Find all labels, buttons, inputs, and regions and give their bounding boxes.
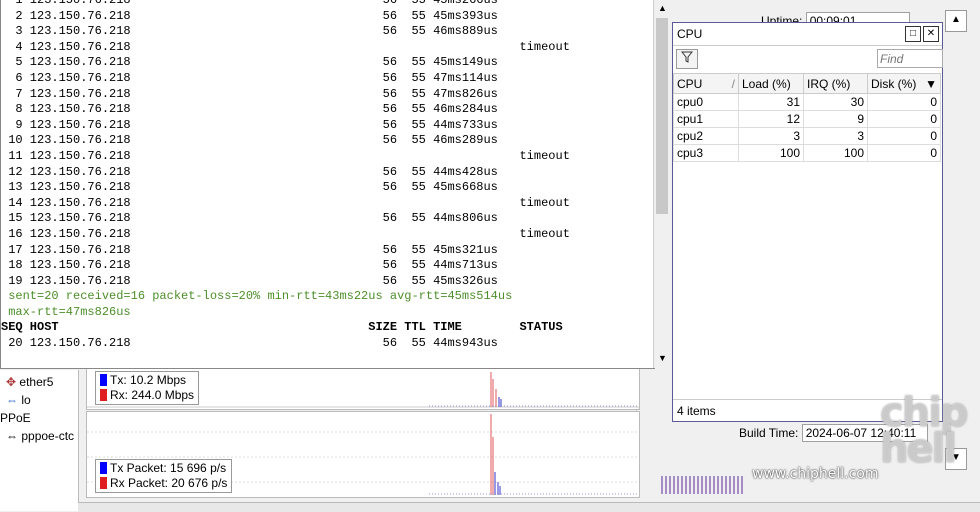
- tx-packet-legend-row: Tx Packet: 15 696 p/s: [100, 461, 227, 476]
- tx-legend-row: Tx: 10.2 Mbps: [100, 373, 194, 388]
- packet-graph: Tx Packet: 15 696 p/s Rx Packet: 20 676 …: [86, 411, 640, 498]
- column-menu-icon[interactable]: ▼: [925, 77, 937, 91]
- table-row[interactable]: cpu2 3 3 0: [673, 127, 941, 145]
- rx-packet-swatch: [100, 477, 107, 489]
- packet-graph-tail-bars: [661, 476, 743, 494]
- table-row[interactable]: cpu0 31 30 0: [673, 93, 941, 111]
- ping-row: 11 123.150.76.218 timeout: [1, 148, 570, 163]
- ping-header: SEQ HOST SIZE TTL TIME STATUS: [1, 320, 563, 335]
- rx-swatch: [100, 389, 107, 401]
- ping-row: 5 123.150.76.218 56 55 45ms149us: [1, 55, 520, 70]
- filter-icon[interactable]: [676, 49, 698, 69]
- watermark-url: www.chiphell.com: [752, 466, 879, 482]
- ping-row: 4 123.150.76.218 timeout: [1, 39, 570, 54]
- table-row[interactable]: cpu3 100 100 0: [673, 144, 941, 162]
- ping-row: 13 123.150.76.218 56 55 45ms668us: [1, 180, 520, 195]
- rx-rate: 244.0 Mbps: [131, 388, 195, 402]
- ping-row: 8 123.150.76.218 56 55 46ms284us: [1, 102, 520, 117]
- scroll-up-icon[interactable]: ▲: [654, 0, 671, 16]
- terminal-scrollbar[interactable]: ▲ ▼: [653, 0, 671, 368]
- watermark-logo: chip hell: [880, 390, 969, 472]
- column-irq[interactable]: IRQ (%): [803, 73, 868, 94]
- cpu-window: CPU □ ✕ CPU / Load (%) IRQ (%) Disk (%) …: [672, 22, 943, 422]
- terminal-window[interactable]: 1 123.150.76.218 56 55 45ms266us 2 123.1…: [0, 0, 655, 369]
- scroll-down-icon[interactable]: ▼: [654, 350, 671, 366]
- cpu-window-titlebar[interactable]: CPU □ ✕: [673, 23, 942, 46]
- scroll-up-arrow-icon[interactable]: ▲: [945, 10, 967, 32]
- loopback-icon: ⇔: [6, 393, 18, 407]
- build-time-label: Build Time:: [739, 426, 799, 440]
- interface-item-ether5[interactable]: ✥ ether5: [6, 375, 53, 389]
- ping-summary: sent=20 received=16 packet-loss=20% min-…: [1, 289, 513, 304]
- ping-output: 1 123.150.76.218 56 55 45ms266us 2 123.1…: [1, 0, 570, 352]
- ping-row: 10 123.150.76.218 56 55 46ms289us: [1, 133, 520, 148]
- rx-packet-rate: 20 676 p/s: [171, 476, 228, 490]
- ping-row: 15 123.150.76.218 56 55 44ms806us: [1, 211, 520, 226]
- traffic-legend: Tx: 10.2 Mbps Rx: 244.0 Mbps: [95, 371, 200, 405]
- maximize-icon[interactable]: □: [905, 26, 921, 42]
- ping-row: 9 123.150.76.218 56 55 44ms733us: [1, 117, 520, 132]
- find-input[interactable]: [877, 49, 943, 68]
- ping-row: 7 123.150.76.218 56 55 47ms826us: [1, 86, 520, 101]
- interface-list: ✥ ether5 ⇔ lo PPPoE ⇔ pppoe-ctc: [0, 370, 79, 511]
- ping-row: 6 123.150.76.218 56 55 47ms114us: [1, 70, 520, 85]
- ping-summary-rtt: max-rtt=47ms826us: [1, 304, 131, 319]
- close-icon[interactable]: ✕: [923, 26, 939, 42]
- interface-item-pppoe-ctc[interactable]: ⇔ pppoe-ctc: [6, 429, 76, 443]
- rx-legend-row: Rx: 244.0 Mbps: [100, 388, 194, 403]
- ping-row: 3 123.150.76.218 56 55 46ms889us: [1, 24, 520, 39]
- column-load[interactable]: Load (%): [738, 73, 804, 94]
- ping-row: 19 123.150.76.218 56 55 45ms326us: [1, 273, 520, 288]
- ping-row: 18 123.150.76.218 56 55 44ms713us: [1, 258, 520, 273]
- tx-packet-swatch: [100, 462, 107, 474]
- interface-item-lo[interactable]: ⇔ lo: [6, 393, 31, 407]
- ping-row: 14 123.150.76.218 timeout: [1, 195, 570, 210]
- ping-row: 12 123.150.76.218 56 55 44ms428us: [1, 164, 520, 179]
- packet-legend: Tx Packet: 15 696 p/s Rx Packet: 20 676 …: [95, 459, 233, 493]
- ping-row: 17 123.150.76.218 56 55 45ms321us: [1, 242, 520, 257]
- table-row[interactable]: cpu1 12 9 0: [673, 110, 941, 128]
- ping-row: 16 123.150.76.218 timeout: [1, 226, 570, 241]
- pppoe-icon: ⇔: [6, 429, 18, 443]
- ethernet-icon: ✥: [6, 375, 17, 389]
- ping-row: 1 123.150.76.218 56 55 45ms266us: [1, 0, 520, 7]
- interface-group-pppoe[interactable]: PPPoE: [0, 411, 31, 425]
- rx-packet-legend-row: Rx Packet: 20 676 p/s: [100, 476, 227, 491]
- cpu-toolbar: [673, 46, 943, 72]
- ping-row: 20 123.150.76.218 56 55 44ms943us: [1, 336, 520, 351]
- tx-packet-rate: 15 696 p/s: [170, 461, 227, 475]
- traffic-graph: Tx: 10.2 Mbps Rx: 244.0 Mbps: [86, 368, 640, 410]
- scrollbar-thumb[interactable]: [656, 18, 668, 214]
- column-disk[interactable]: Disk (%) ▼: [867, 73, 941, 94]
- tx-swatch: [100, 374, 107, 386]
- tx-rate: 10.2 Mbps: [130, 373, 187, 387]
- column-cpu[interactable]: CPU /: [673, 73, 739, 94]
- cpu-window-title: CPU: [677, 27, 703, 41]
- ping-row: 2 123.150.76.218 56 55 45ms393us: [1, 8, 520, 23]
- cpu-table: CPU / Load (%) IRQ (%) Disk (%) ▼ cpu0 3…: [673, 73, 941, 162]
- cpu-table-header: CPU / Load (%) IRQ (%) Disk (%) ▼: [673, 73, 941, 94]
